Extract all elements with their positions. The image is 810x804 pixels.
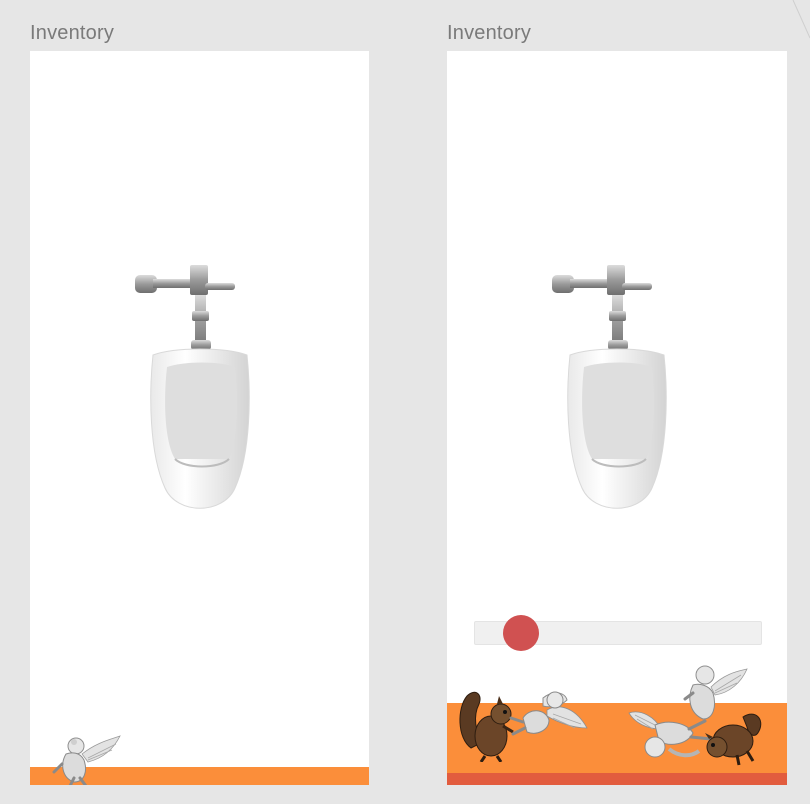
inventory-bar-edge [447,773,787,785]
squirrel-icon[interactable] [703,705,765,769]
cherub-statue-icon[interactable] [509,688,589,748]
inventory-panel-left [30,51,369,785]
cherub-statue-icon[interactable] [625,703,715,763]
inventory-panel-right [447,51,787,785]
squirrel-icon[interactable] [457,688,515,762]
slider-thumb[interactable] [503,615,539,651]
urinal-icon[interactable] [552,263,682,523]
inventory-label-right: Inventory [447,22,532,44]
inventory-label-left: Inventory [30,22,115,44]
cherub-statue-icon[interactable] [52,734,122,785]
urinal-icon[interactable] [135,263,265,523]
